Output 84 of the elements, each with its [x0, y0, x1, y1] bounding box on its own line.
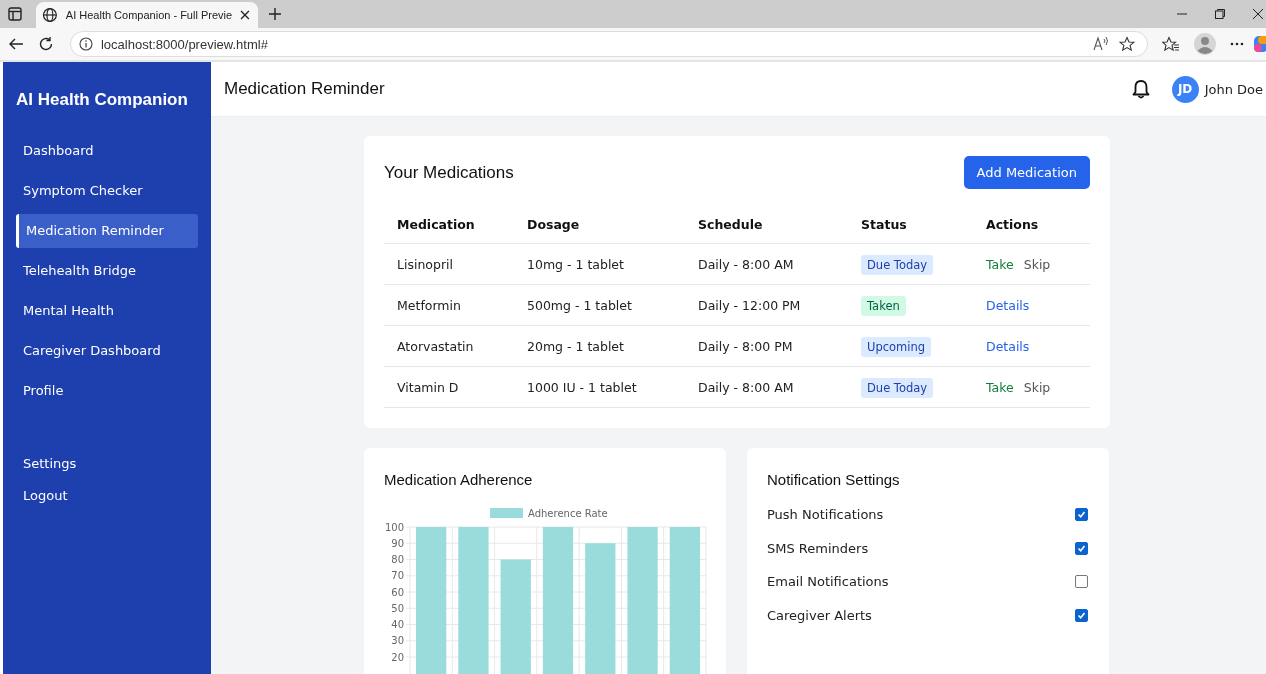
axis-tick-label: 60 — [391, 586, 404, 598]
setting-label: Email Notifications — [767, 574, 889, 590]
checkbox[interactable] — [1075, 508, 1088, 522]
colorful-logo-icon[interactable] — [1254, 35, 1266, 53]
action-link[interactable]: Take — [986, 256, 1014, 272]
table-cell: Atorvastatin — [397, 338, 474, 354]
axis-tick-label: 80 — [391, 554, 404, 565]
user-avatar[interactable]: JD — [1171, 75, 1199, 103]
legend-label: Adherence Rate — [528, 508, 608, 519]
table-cell: Vitamin D — [397, 379, 459, 395]
status-badge: Upcoming — [861, 336, 932, 357]
checkmark-icon — [1077, 543, 1086, 553]
action-link[interactable]: Details — [986, 297, 1030, 313]
table-cell: 20mg - 1 tablet — [527, 338, 624, 354]
status-badge: Due Today — [861, 254, 934, 275]
status-badge: Due Today — [861, 377, 934, 398]
user-name: John Doe — [1204, 81, 1264, 97]
column-header: Status — [848, 206, 973, 244]
checkbox[interactable] — [1075, 575, 1088, 589]
column-header: Dosage — [514, 206, 685, 244]
action-link[interactable]: Skip — [1023, 256, 1051, 272]
nav-item[interactable]: Dashboard — [16, 134, 198, 168]
address-field[interactable]: localhost:8000/preview.html# — [69, 31, 1149, 57]
axis-tick-label: 40 — [391, 619, 404, 630]
add-medication-button[interactable]: Add Medication — [963, 156, 1090, 189]
action-link[interactable]: Skip — [1023, 379, 1051, 395]
card-title: Your Medications — [384, 162, 514, 183]
favorites-icon[interactable] — [1162, 36, 1181, 52]
axis-tick-label: 50 — [391, 602, 404, 614]
axis-tick-label: 70 — [391, 570, 404, 582]
nav-item[interactable]: Caregiver Dashboard — [16, 334, 198, 368]
checkmark-icon — [1077, 610, 1086, 620]
nav-item[interactable]: Logout — [16, 480, 198, 512]
brand-title: AI Health Companion — [16, 90, 189, 110]
axis-tick-label: 20 — [391, 651, 404, 663]
table-cell: Daily - 12:00 PM — [698, 297, 801, 313]
tab-list-icon[interactable] — [8, 7, 22, 21]
page-title: Medication Reminder — [224, 79, 386, 99]
action-link[interactable]: Take — [986, 379, 1014, 395]
close-icon[interactable] — [240, 10, 250, 20]
action-link[interactable]: Details — [986, 338, 1030, 354]
nav-item[interactable]: Symptom Checker — [16, 174, 198, 208]
globe-icon — [42, 7, 58, 23]
nav-item[interactable]: Telehealth Bridge — [16, 254, 198, 288]
nav-item[interactable]: Mental Health — [16, 294, 198, 328]
checkmark-icon — [1077, 510, 1086, 520]
table-cell: Daily - 8:00 PM — [698, 338, 793, 354]
column-header: Medication — [384, 206, 514, 244]
setting-label: SMS Reminders — [767, 540, 869, 556]
new-tab-icon[interactable] — [268, 7, 282, 21]
chart-legend: Adherence Rate — [490, 508, 608, 519]
browser-tab[interactable]: AI Health Companion - Full Previe — [36, 2, 258, 28]
column-header: Schedule — [685, 206, 848, 244]
back-arrow-icon[interactable] — [8, 36, 24, 52]
card-title: Notification Settings — [767, 471, 901, 488]
table-cell: 10mg - 1 tablet — [527, 256, 624, 272]
checkbox[interactable] — [1075, 608, 1088, 622]
table-cell: Lisinopril — [397, 256, 453, 272]
table-cell: Daily - 8:00 AM — [698, 256, 794, 272]
restore-icon[interactable] — [1214, 8, 1226, 20]
column-header: Actions — [973, 206, 1090, 244]
nav-item[interactable]: Profile — [16, 374, 198, 408]
reload-icon[interactable] — [37, 36, 54, 52]
profile-avatar-icon[interactable] — [1194, 33, 1217, 55]
bell-icon[interactable] — [1131, 79, 1150, 99]
more-icon[interactable] — [1230, 42, 1244, 46]
table-cell: 500mg - 1 tablet — [527, 297, 632, 313]
checkbox[interactable] — [1075, 541, 1088, 555]
table-cell: Metformin — [397, 297, 461, 313]
axis-tick-label: 30 — [391, 635, 404, 647]
table-cell: Daily - 8:00 AM — [698, 379, 794, 395]
card-title: Medication Adherence — [384, 471, 534, 488]
star-icon[interactable] — [1119, 36, 1136, 52]
nav-item[interactable]: Medication Reminder — [16, 214, 198, 248]
nav-item[interactable]: Settings — [16, 448, 198, 480]
close-icon[interactable] — [1252, 8, 1264, 20]
info-icon — [78, 37, 93, 51]
table-cell: 1000 IU - 1 tablet — [527, 379, 637, 395]
axis-tick-label: 100 — [384, 521, 404, 533]
axis-tick-label: 90 — [391, 537, 404, 549]
setting-label: Caregiver Alerts — [767, 607, 872, 623]
setting-label: Push Notifications — [767, 507, 884, 523]
tab-title: AI Health Companion - Full Previe — [65, 9, 233, 21]
status-badge: Taken — [861, 295, 906, 316]
